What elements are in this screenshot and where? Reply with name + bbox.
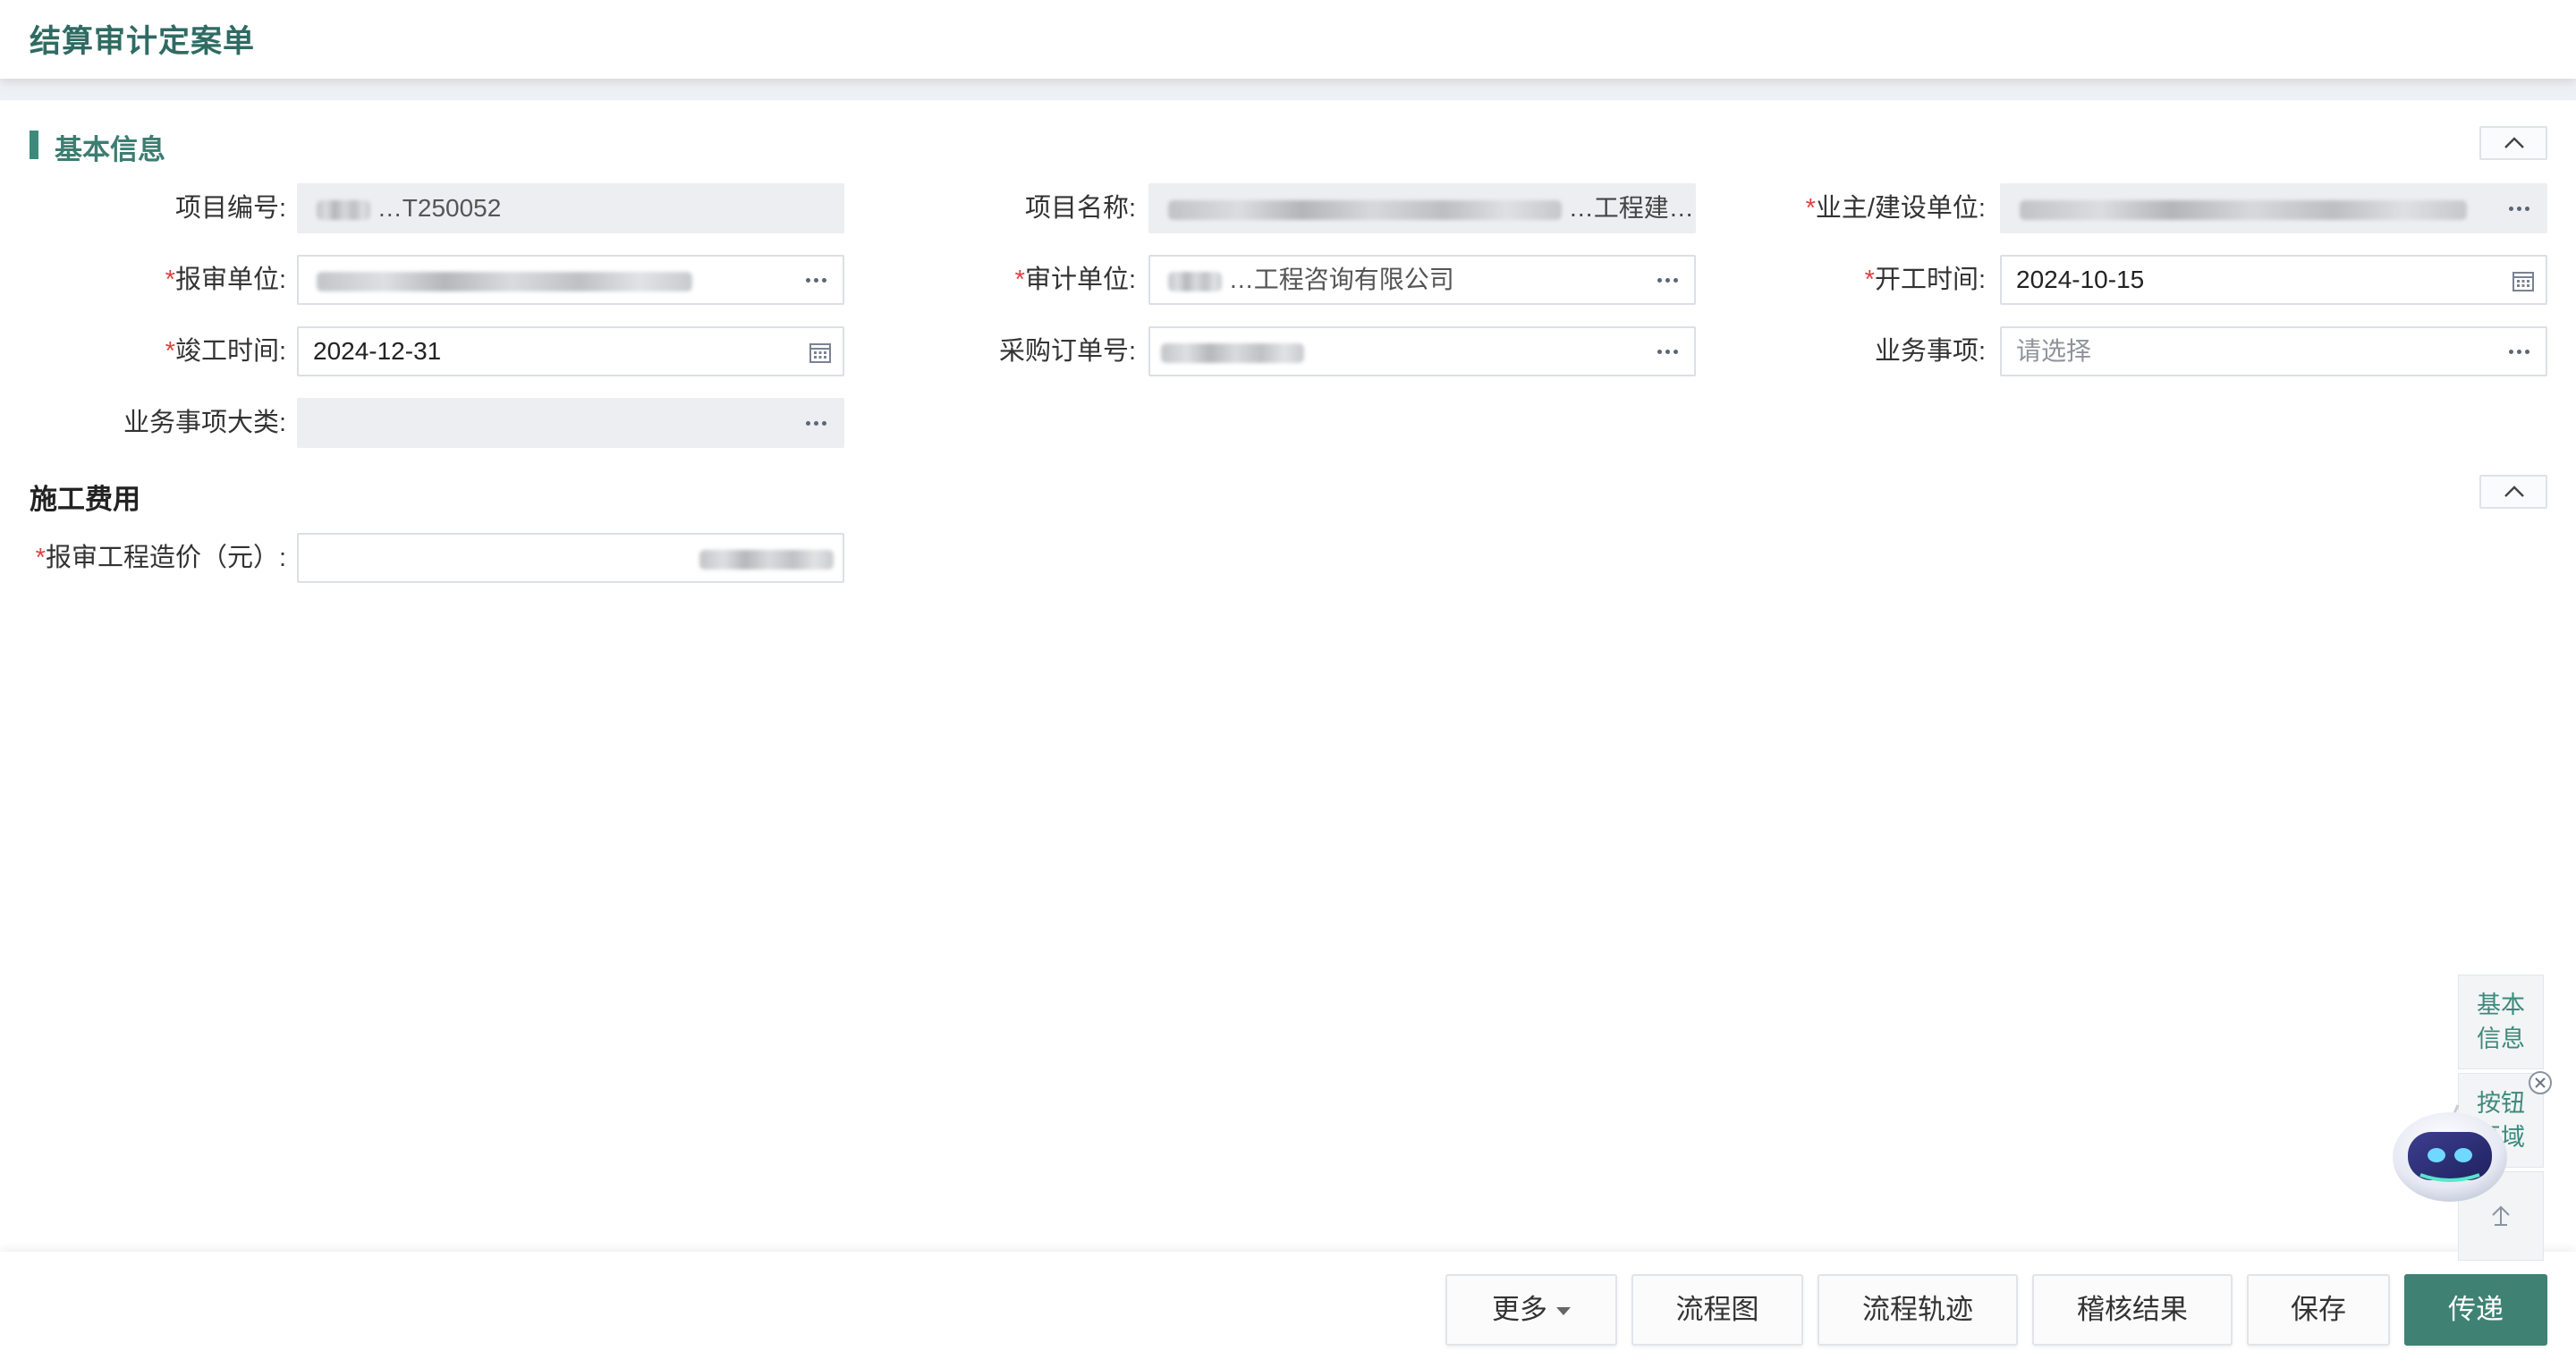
more-options-icon[interactable] xyxy=(2506,198,2533,219)
collapse-construction-cost-button[interactable] xyxy=(2479,475,2547,509)
assistant-robot-icon[interactable] xyxy=(2390,1098,2510,1203)
flowchart-button[interactable]: 流程图 xyxy=(1631,1274,1803,1346)
start-date-label: *开工时间: xyxy=(1864,266,1986,294)
start-date-field[interactable]: 2024-10-15 xyxy=(2000,255,2547,305)
close-icon xyxy=(2535,1077,2546,1088)
collapse-basic-info-button[interactable] xyxy=(2479,126,2547,160)
audit-result-button[interactable]: 稽核结果 xyxy=(2032,1274,2233,1346)
page-title: 结算审计定案单 xyxy=(30,24,256,59)
project-name-field: …工程建… xyxy=(1148,183,1696,233)
more-options-icon[interactable] xyxy=(1655,269,1682,291)
more-options-icon[interactable] xyxy=(803,412,830,434)
more-options-icon[interactable] xyxy=(2506,341,2533,362)
flow-track-button[interactable]: 流程轨迹 xyxy=(1818,1274,2018,1346)
project-name-label: 项目名称: xyxy=(1024,194,1136,223)
chevron-up-icon xyxy=(2504,137,2524,148)
footer-action-bar: 更多 流程图 流程轨迹 稽核结果 保存 传递 xyxy=(0,1252,2576,1368)
project-no-label: 项目编号: xyxy=(174,194,286,223)
masked-value xyxy=(1168,199,1562,220)
close-assistant-button[interactable] xyxy=(2529,1071,2552,1094)
submit-unit-label: *报审单位: xyxy=(165,266,286,294)
calendar-icon[interactable] xyxy=(809,341,832,364)
submit-unit-field[interactable] xyxy=(297,255,844,305)
more-options-icon[interactable] xyxy=(803,269,830,291)
more-dropdown-button[interactable]: 更多 xyxy=(1445,1274,1617,1346)
submit-cost-field[interactable] xyxy=(297,533,844,583)
header-divider xyxy=(0,79,2576,100)
masked-value xyxy=(317,271,692,291)
business-item-label: 业务事项: xyxy=(1874,337,1986,366)
project-no-field: …T250052 xyxy=(297,183,844,233)
masked-value xyxy=(2020,199,2467,220)
owner-unit-label: *业主/建设单位: xyxy=(1805,194,1986,223)
page-header: 结算审计定案单 xyxy=(0,0,2576,79)
submit-cost-label: *报审工程造价（元）: xyxy=(35,544,286,572)
section-basic-info-title: 基本信息 xyxy=(30,127,165,167)
business-category-label: 业务事项大类: xyxy=(123,409,286,437)
caret-down-icon xyxy=(1556,1307,1571,1316)
masked-value xyxy=(1168,271,1222,291)
save-button[interactable]: 保存 xyxy=(2247,1274,2390,1346)
owner-unit-field[interactable] xyxy=(2000,183,2547,233)
masked-value xyxy=(699,549,834,570)
calendar-icon[interactable] xyxy=(2512,269,2535,292)
masked-value xyxy=(317,199,370,220)
business-category-field[interactable] xyxy=(297,398,844,448)
masked-value xyxy=(1161,342,1304,363)
section-construction-cost-title: 施工费用 xyxy=(30,484,140,515)
side-nav-basic-info[interactable]: 基本 信息 xyxy=(2458,975,2544,1069)
end-date-field[interactable]: 2024-12-31 xyxy=(297,326,844,376)
end-date-label: *竣工时间: xyxy=(165,337,286,366)
arrow-up-icon xyxy=(2492,1205,2510,1226)
send-button[interactable]: 传递 xyxy=(2404,1274,2547,1346)
po-no-field[interactable] xyxy=(1148,326,1696,376)
po-no-label: 采购订单号: xyxy=(998,337,1136,366)
chevron-up-icon xyxy=(2504,486,2524,497)
business-item-field[interactable]: 请选择 xyxy=(2000,326,2547,376)
more-options-icon[interactable] xyxy=(1655,341,1682,362)
audit-unit-label: *审计单位: xyxy=(1014,266,1136,294)
audit-unit-field[interactable]: …工程咨询有限公司 xyxy=(1148,255,1696,305)
